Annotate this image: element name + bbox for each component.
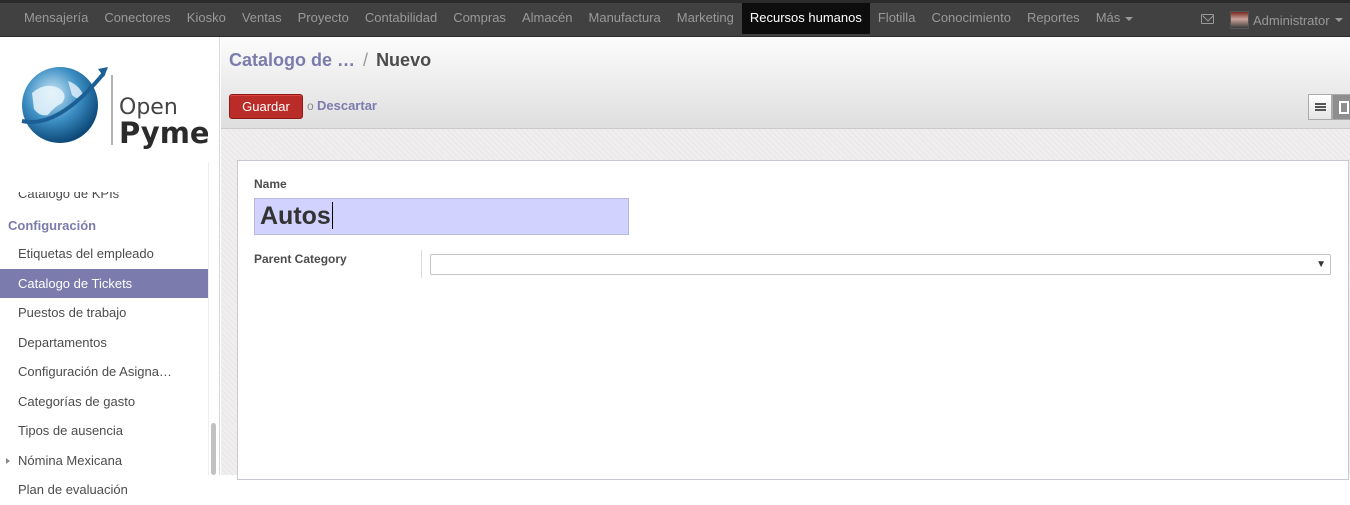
- chevron-down-icon: [1334, 18, 1343, 22]
- sidebar: Open Pyme Catalogo de KPIs Configuración…: [0, 37, 220, 497]
- avatar: [1230, 11, 1249, 29]
- sidebar-section-configuracion: Configuración: [8, 218, 97, 233]
- menu-manufactura[interactable]: Manufactura: [581, 3, 669, 34]
- sidebar-item-puestos[interactable]: Puestos de trabajo: [0, 298, 208, 328]
- name-label: Name: [254, 177, 287, 191]
- menu-ventas[interactable]: Ventas: [234, 3, 290, 34]
- menu-conectores[interactable]: Conectores: [96, 3, 178, 34]
- menu-compras[interactable]: Compras: [445, 3, 514, 34]
- form-view-button[interactable]: [1332, 94, 1350, 120]
- sidebar-item-departamentos[interactable]: Departamentos: [0, 328, 208, 358]
- chevron-down-icon: [1125, 16, 1134, 21]
- sidebar-scroll-track: [208, 162, 209, 475]
- user-name: Administrator: [1253, 12, 1330, 28]
- name-input[interactable]: Autos: [254, 198, 629, 235]
- form-icon: [1339, 101, 1349, 114]
- sidebar-item-label: Nómina Mexicana: [18, 452, 123, 468]
- sidebar-item-nomina-mexicana[interactable]: Nómina Mexicana: [0, 446, 208, 476]
- menu-kiosko[interactable]: Kiosko: [179, 3, 234, 34]
- list-view-button[interactable]: [1308, 94, 1332, 120]
- top-navbar: Mensajería Conectores Kiosko Ventas Proy…: [0, 0, 1350, 37]
- logo-pyme-text: Pyme: [119, 116, 208, 149]
- menu-mas[interactable]: Más: [1088, 3, 1142, 34]
- breadcrumb-current: Nuevo: [376, 50, 432, 70]
- menu-flotilla[interactable]: Flotilla: [870, 3, 924, 34]
- menu-proyecto[interactable]: Proyecto: [290, 3, 357, 34]
- dropdown-arrow-icon: ▼: [1316, 259, 1326, 270]
- sidebar-scrollbar[interactable]: [211, 423, 216, 475]
- sidebar-item-catalogo-kpis[interactable]: Catalogo de KPIs: [0, 192, 208, 210]
- menu-mas-label: Más: [1095, 10, 1121, 25]
- name-input-value: Autos: [260, 202, 331, 230]
- envelope-icon[interactable]: [1201, 14, 1214, 24]
- text-cursor: [331, 202, 333, 229]
- form-sheet: Name Autos Parent Category ▼: [237, 160, 1349, 480]
- menu-recursos-humanos[interactable]: Recursos humanos: [741, 3, 870, 34]
- menu-conocimiento[interactable]: Conocimiento: [923, 3, 1019, 34]
- caret-right-icon: [6, 457, 10, 464]
- view-switcher: [1308, 94, 1350, 120]
- sidebar-item-tipos-ausencia[interactable]: Tipos de ausencia: [0, 416, 208, 446]
- discard-button[interactable]: Descartar: [317, 98, 377, 113]
- field-divider: [421, 250, 422, 278]
- sidebar-item-plan-evaluacion[interactable]: Plan de evaluación: [0, 475, 208, 505]
- breadcrumb-separator: /: [363, 50, 369, 70]
- openpyme-logo: Open Pyme: [21, 67, 208, 149]
- content-area: Name Autos Parent Category ▼: [221, 129, 1350, 480]
- sidebar-item-categorias-gasto[interactable]: Categorías de gasto: [0, 387, 208, 417]
- user-menu[interactable]: Administrator: [1230, 9, 1343, 31]
- sidebar-item-catalogo-tickets[interactable]: Catalogo de Tickets: [0, 268, 208, 298]
- list-icon: [1315, 103, 1326, 111]
- control-panel: Catalogo de … / Nuevo Guardar o Descarta…: [221, 37, 1350, 129]
- save-button[interactable]: Guardar: [229, 94, 303, 119]
- sidebar-item-configuracion-asignacion[interactable]: Configuración de Asigna…: [0, 357, 208, 387]
- menu-reportes[interactable]: Reportes: [1019, 3, 1088, 34]
- main-menu: Mensajería Conectores Kiosko Ventas Proy…: [16, 3, 1141, 36]
- sidebar-nav: Catalogo de KPIs Configuración Etiquetas…: [0, 192, 208, 505]
- menu-mensajeria[interactable]: Mensajería: [16, 3, 96, 34]
- parent-category-select[interactable]: ▼: [430, 254, 1331, 275]
- menu-contabilidad[interactable]: Contabilidad: [357, 3, 445, 34]
- menu-marketing[interactable]: Marketing: [669, 3, 742, 34]
- breadcrumb: Catalogo de … / Nuevo: [229, 50, 431, 71]
- breadcrumb-parent-link[interactable]: Catalogo de …: [229, 50, 355, 70]
- menu-almacen[interactable]: Almacén: [514, 3, 581, 34]
- or-text: o: [307, 99, 314, 113]
- sidebar-item-etiquetas[interactable]: Etiquetas del empleado: [0, 239, 208, 269]
- parent-category-label: Parent Category: [254, 252, 347, 266]
